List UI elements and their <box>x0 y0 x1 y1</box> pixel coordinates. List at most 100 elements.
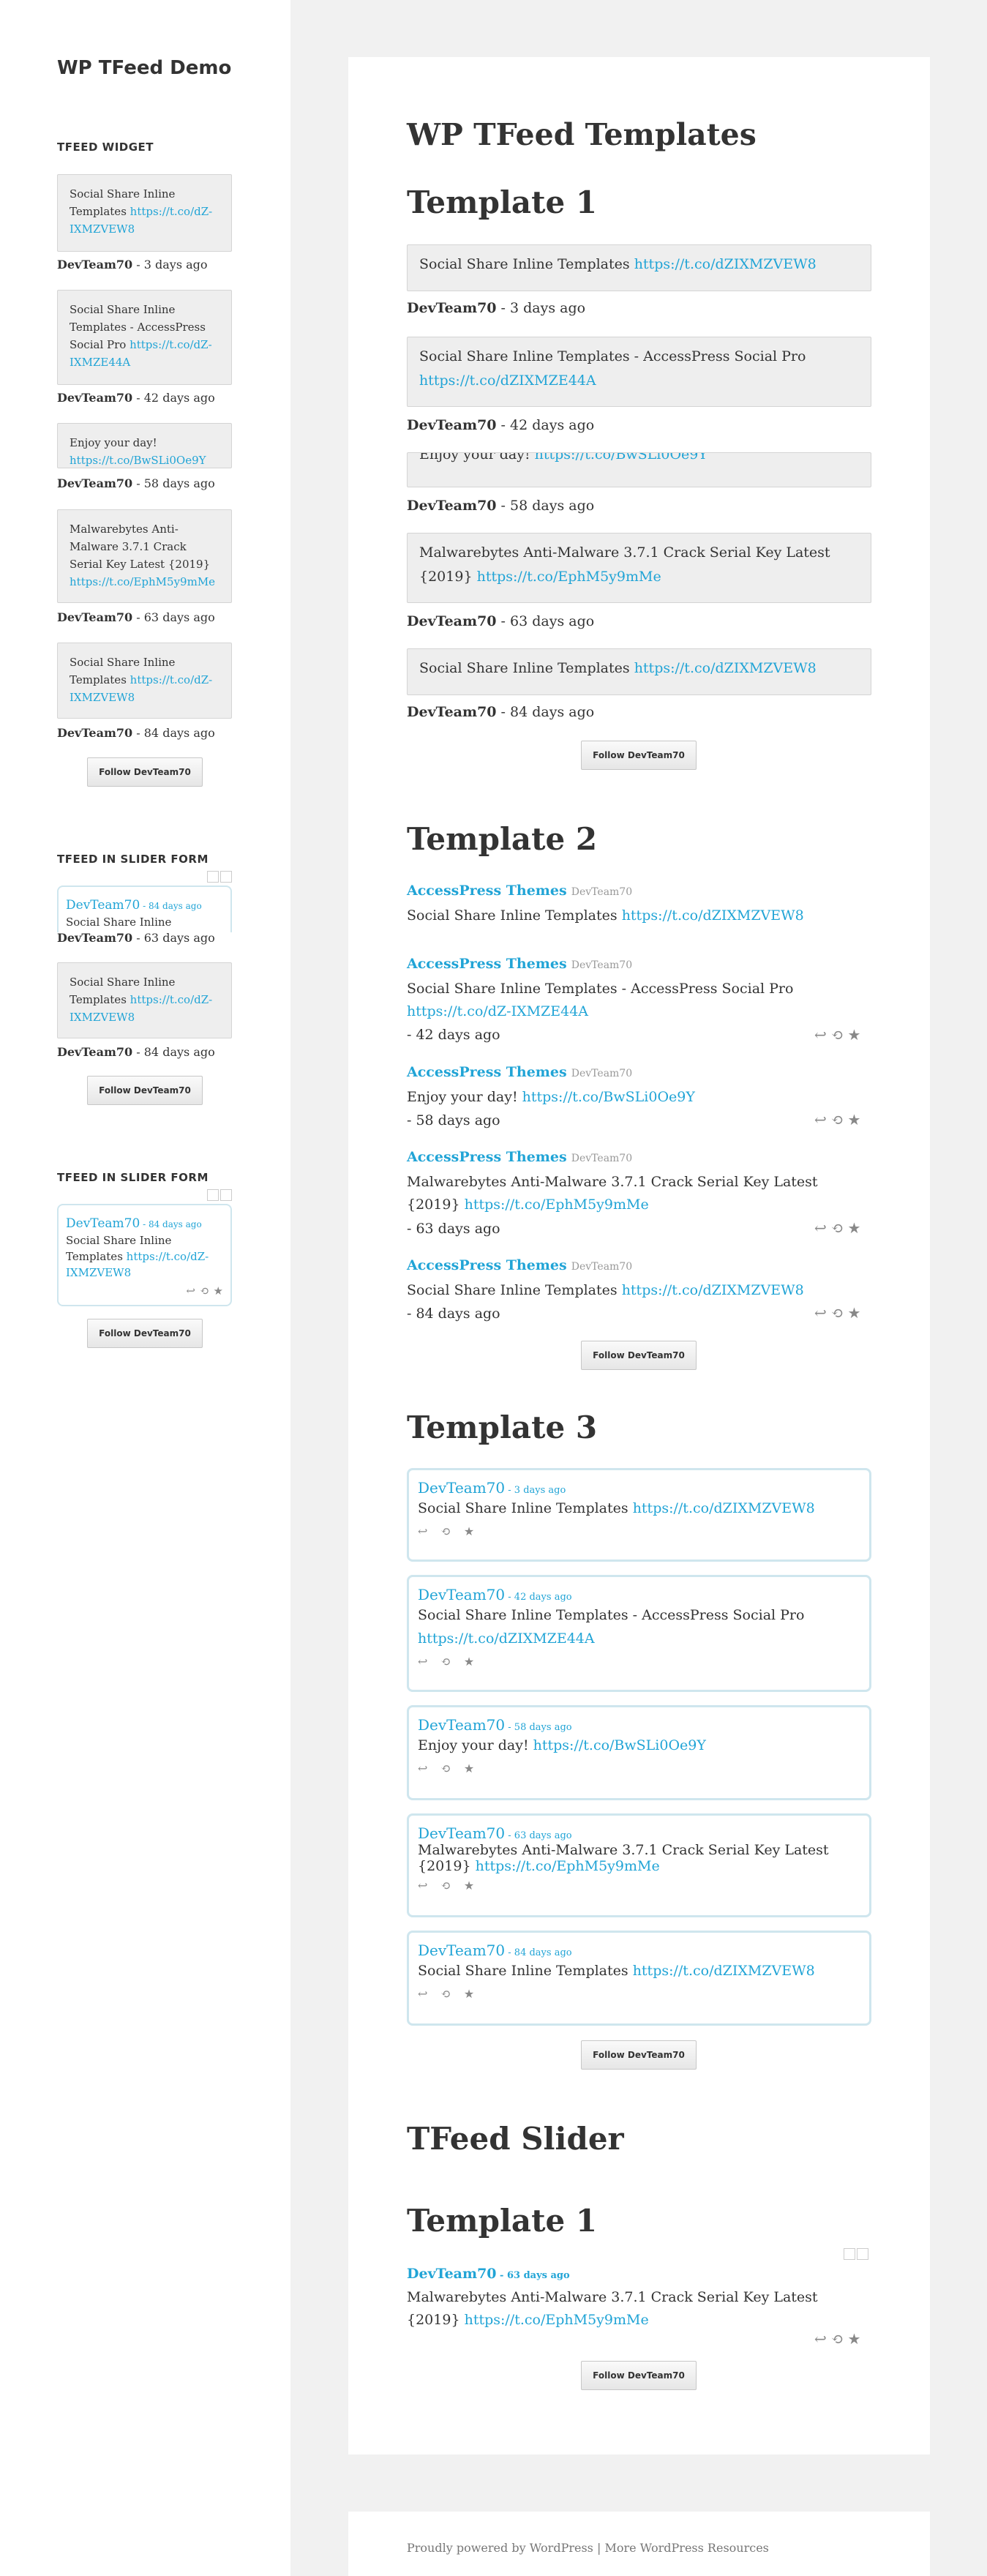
tweet-link[interactable]: https://t.co/dZIXMZE44A <box>418 1630 595 1647</box>
follow-button[interactable]: Follow DevTeam70 <box>87 1319 203 1348</box>
tweet-user[interactable]: DevTeam70 <box>407 417 497 433</box>
reply-icon[interactable]: ↩ <box>814 1219 827 1237</box>
tweet-user[interactable]: DevTeam70 <box>57 476 132 490</box>
retweet-icon[interactable]: ⟲ <box>831 1219 844 1237</box>
more-resources-link[interactable]: More WordPress Resources <box>604 2541 768 2555</box>
prev-arrow-icon[interactable] <box>207 871 219 883</box>
tweet-user[interactable]: DevTeam70 <box>407 704 497 720</box>
author-name[interactable]: AccessPress Themes <box>407 1257 567 1273</box>
follow-button[interactable]: Follow DevTeam70 <box>87 757 203 787</box>
favorite-icon[interactable]: ★ <box>464 1761 474 1775</box>
tweet-user[interactable]: DevTeam70 <box>57 258 132 272</box>
tweet-link[interactable]: https://t.co/dZIXMZVEW8 <box>634 660 817 676</box>
reply-icon[interactable]: ↩ <box>418 1879 427 1892</box>
tweet-user[interactable]: DevTeam70 <box>418 1586 505 1603</box>
author-handle[interactable]: DevTeam70 <box>571 1261 632 1273</box>
author-name[interactable]: AccessPress Themes <box>407 1064 567 1080</box>
tweet-link[interactable]: https://t.co/BwSLi0Oe9Y <box>70 454 206 467</box>
retweet-icon[interactable]: ⟲ <box>831 1111 844 1128</box>
reply-icon[interactable]: ↩ <box>814 1111 827 1128</box>
tweet-link[interactable]: https://t.co/dZIXMZVEW8 <box>633 1500 815 1516</box>
site-title[interactable]: WP TFeed Demo <box>57 57 231 79</box>
follow-button[interactable]: Follow DevTeam70 <box>581 741 697 770</box>
retweet-icon[interactable]: ⟲ <box>440 1524 450 1538</box>
powered-by-link[interactable]: Proudly powered by WordPress <box>407 2541 593 2555</box>
tweet-user[interactable]: DevTeam70 <box>418 1716 505 1734</box>
reply-icon[interactable]: ↩ <box>418 1524 427 1538</box>
author-name[interactable]: AccessPress Themes <box>407 883 567 899</box>
tweet-user[interactable]: DevTeam70 <box>57 726 132 740</box>
favorite-icon[interactable]: ★ <box>848 1304 861 1322</box>
reply-icon[interactable]: ↩ <box>814 1026 827 1044</box>
tweet-user[interactable]: DevTeam70 <box>57 1045 132 1059</box>
retweet-icon[interactable]: ⟲ <box>440 1761 450 1775</box>
tweet-user[interactable]: DevTeam70 <box>407 498 497 514</box>
favorite-icon[interactable]: ★ <box>848 1219 861 1237</box>
reply-icon[interactable]: ↩ <box>186 1283 195 1299</box>
favorite-icon[interactable]: ★ <box>214 1283 223 1299</box>
tweet-user[interactable]: DevTeam70 <box>66 898 140 913</box>
follow-button[interactable]: Follow DevTeam70 <box>581 2040 697 2070</box>
favorite-icon[interactable]: ★ <box>848 2330 861 2348</box>
tweet-link[interactable]: https://t.co/EphM5y9mMe <box>465 2312 649 2328</box>
tweet-link[interactable]: https://t.co/dZ-IXMZE44A <box>407 1003 588 1019</box>
retweet-icon[interactable]: ⟲ <box>831 1304 844 1322</box>
tweet-link[interactable]: https://t.co/dZIXMZE44A <box>419 372 596 389</box>
author-handle[interactable]: DevTeam70 <box>571 1068 632 1079</box>
reply-icon[interactable]: ↩ <box>814 1304 827 1322</box>
favorite-icon[interactable]: ★ <box>848 1026 861 1044</box>
tweet-link[interactable]: https://t.co/BwSLi0Oe9Y <box>522 1089 695 1105</box>
author-handle[interactable]: DevTeam70 <box>571 1153 632 1164</box>
follow-button[interactable]: Follow DevTeam70 <box>581 2361 697 2390</box>
tweet-link[interactable]: https://t.co/dZIXMZVEW8 <box>634 256 817 272</box>
retweet-icon[interactable]: ⟲ <box>440 1879 450 1892</box>
retweet-icon[interactable]: ⟲ <box>831 1026 844 1044</box>
reply-icon[interactable]: ↩ <box>418 1987 427 2001</box>
tweet-user[interactable]: DevTeam70 <box>407 2266 497 2282</box>
tweet-user[interactable]: DevTeam70 <box>66 1216 140 1231</box>
tweet-user[interactable]: DevTeam70 <box>57 610 132 624</box>
retweet-icon[interactable]: ⟲ <box>440 1987 450 2001</box>
tweet-link[interactable]: https://t.co/BwSLi0Oe9Y <box>535 453 708 463</box>
author-handle[interactable]: DevTeam70 <box>571 959 632 971</box>
next-arrow-icon[interactable] <box>220 871 232 883</box>
tweet-user[interactable]: DevTeam70 <box>418 1824 505 1842</box>
tweet-user[interactable]: DevTeam70 <box>57 931 132 945</box>
favorite-icon[interactable]: ★ <box>848 1111 861 1128</box>
site-footer: Proudly powered by WordPress | More Word… <box>348 2512 930 2576</box>
favorite-icon[interactable]: ★ <box>464 1879 474 1892</box>
tweet-user[interactable]: DevTeam70 <box>418 1942 505 1959</box>
tweet-link[interactable]: https://t.co/dZIXMZVEW8 <box>622 1282 804 1298</box>
prev-arrow-icon[interactable] <box>844 2248 855 2260</box>
retweet-icon[interactable]: ⟲ <box>831 2330 844 2348</box>
tweet-link[interactable]: https://t.co/EphM5y9mMe <box>465 1197 649 1213</box>
tweet-user[interactable]: DevTeam70 <box>57 391 132 405</box>
author-name[interactable]: AccessPress Themes <box>407 956 567 972</box>
next-arrow-icon[interactable] <box>857 2248 868 2260</box>
prev-arrow-icon[interactable] <box>207 1189 219 1201</box>
tweet-link[interactable]: https://t.co/BwSLi0Oe9Y <box>533 1737 706 1753</box>
tweet-user[interactable]: DevTeam70 <box>418 1479 505 1497</box>
follow-button[interactable]: Follow DevTeam70 <box>87 1076 203 1105</box>
reply-icon[interactable]: ↩ <box>418 1761 427 1775</box>
tweet-user[interactable]: DevTeam70 <box>407 300 497 316</box>
tweet-date: - 84 days ago <box>407 1306 500 1322</box>
tweet-link[interactable]: https://t.co/EphM5y9mMe <box>70 575 215 588</box>
tweet-link[interactable]: https://t.co/dZIXMZVEW8 <box>633 1963 815 1979</box>
tweet-link[interactable]: https://t.co/dZIXMZVEW8 <box>622 907 804 924</box>
tweet-link[interactable]: https://t.co/EphM5y9mMe <box>476 1858 660 1874</box>
footer-credits: Proudly powered by WordPress | More Word… <box>407 2541 769 2555</box>
favorite-icon[interactable]: ★ <box>464 1524 474 1538</box>
retweet-icon[interactable]: ⟲ <box>200 1283 209 1299</box>
author-name[interactable]: AccessPress Themes <box>407 1149 567 1165</box>
favorite-icon[interactable]: ★ <box>464 1987 474 2001</box>
follow-button[interactable]: Follow DevTeam70 <box>581 1341 697 1370</box>
reply-icon[interactable]: ↩ <box>814 2330 827 2348</box>
tweet-user[interactable]: DevTeam70 <box>407 613 497 629</box>
retweet-icon[interactable]: ⟲ <box>440 1655 450 1669</box>
reply-icon[interactable]: ↩ <box>418 1655 427 1669</box>
next-arrow-icon[interactable] <box>220 1189 232 1201</box>
tweet-link[interactable]: https://t.co/EphM5y9mMe <box>477 569 661 585</box>
author-handle[interactable]: DevTeam70 <box>571 886 632 898</box>
favorite-icon[interactable]: ★ <box>464 1655 474 1669</box>
